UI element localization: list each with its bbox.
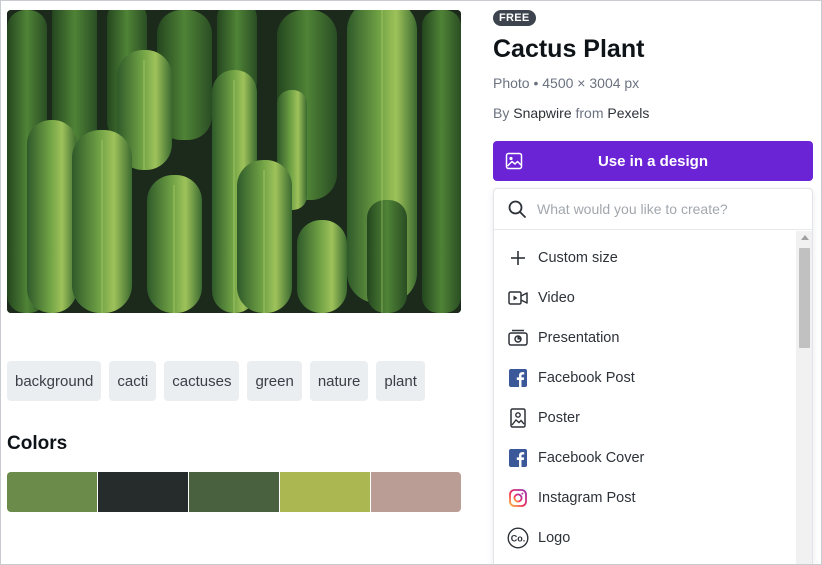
cactus-photo[interactable] bbox=[7, 10, 461, 313]
source-link[interactable]: Pexels bbox=[607, 105, 649, 121]
tag-chip[interactable]: cactuses bbox=[164, 361, 240, 401]
create-design-dropdown: Custom size Video Presentation Facebook … bbox=[493, 188, 813, 565]
scroll-thumb[interactable] bbox=[799, 248, 810, 348]
scroll-up-arrow-icon[interactable] bbox=[801, 235, 809, 240]
dropdown-scrollbar[interactable] bbox=[796, 231, 812, 565]
cactus-image bbox=[7, 10, 461, 313]
logo-icon: Co. bbox=[507, 527, 529, 549]
tag-chip[interactable]: nature bbox=[309, 361, 369, 401]
design-type-label: Logo bbox=[538, 530, 571, 546]
design-type-instagram-post[interactable]: Instagram Post bbox=[494, 478, 796, 518]
photo-title: Cactus Plant bbox=[493, 35, 645, 63]
design-search bbox=[494, 189, 812, 230]
color-swatch[interactable] bbox=[7, 472, 97, 512]
plus-icon bbox=[507, 247, 529, 269]
poster-icon bbox=[507, 407, 529, 429]
design-search-input[interactable] bbox=[537, 197, 797, 221]
design-type-poster[interactable]: Poster bbox=[494, 398, 796, 438]
use-in-design-label: Use in a design bbox=[597, 152, 709, 170]
design-type-facebook-cover[interactable]: Facebook Cover bbox=[494, 438, 796, 478]
presentation-icon bbox=[507, 327, 529, 349]
colors-heading: Colors bbox=[7, 433, 68, 454]
design-type-presentation[interactable]: Presentation bbox=[494, 318, 796, 358]
design-type-label: Instagram Post bbox=[538, 490, 636, 506]
from-label: from bbox=[575, 105, 604, 121]
color-swatches bbox=[7, 472, 461, 512]
free-badge: FREE bbox=[493, 10, 536, 26]
tag-chip[interactable]: background bbox=[7, 361, 102, 401]
svg-text:Co.: Co. bbox=[511, 534, 526, 544]
facebook-icon bbox=[507, 447, 529, 469]
design-type-label: Facebook Post bbox=[538, 370, 635, 386]
search-icon bbox=[508, 200, 526, 218]
design-type-facebook-post[interactable]: Facebook Post bbox=[494, 358, 796, 398]
design-type-custom-size[interactable]: Custom size bbox=[494, 238, 796, 278]
author-link[interactable]: Snapwire bbox=[513, 105, 571, 121]
use-in-design-button[interactable]: Use in a design bbox=[493, 141, 813, 181]
design-type-list: Custom size Video Presentation Facebook … bbox=[494, 238, 796, 558]
design-type-label: Facebook Cover bbox=[538, 450, 645, 466]
tag-list: background cacti cactuses green nature p… bbox=[7, 361, 425, 401]
photo-meta: Photo • 4500 × 3004 px bbox=[493, 75, 640, 91]
color-swatch[interactable] bbox=[280, 472, 370, 512]
color-swatch[interactable] bbox=[189, 472, 279, 512]
design-type-label: Video bbox=[538, 290, 575, 306]
video-icon bbox=[507, 287, 529, 309]
tag-chip[interactable]: green bbox=[247, 361, 302, 401]
instagram-icon bbox=[507, 487, 529, 509]
design-type-label: Presentation bbox=[538, 330, 620, 346]
color-swatch[interactable] bbox=[98, 472, 188, 512]
facebook-icon bbox=[507, 367, 529, 389]
color-swatch[interactable] bbox=[371, 472, 461, 512]
design-type-label: Custom size bbox=[538, 250, 618, 266]
tag-chip[interactable]: plant bbox=[376, 361, 425, 401]
attribution: By Snapwire from Pexels bbox=[493, 105, 649, 121]
design-type-logo[interactable]: Co. Logo bbox=[494, 518, 796, 558]
tag-chip[interactable]: cacti bbox=[109, 361, 157, 401]
by-label: By bbox=[493, 105, 510, 121]
image-icon bbox=[505, 152, 523, 170]
design-type-video[interactable]: Video bbox=[494, 278, 796, 318]
design-type-label: Poster bbox=[538, 410, 580, 426]
